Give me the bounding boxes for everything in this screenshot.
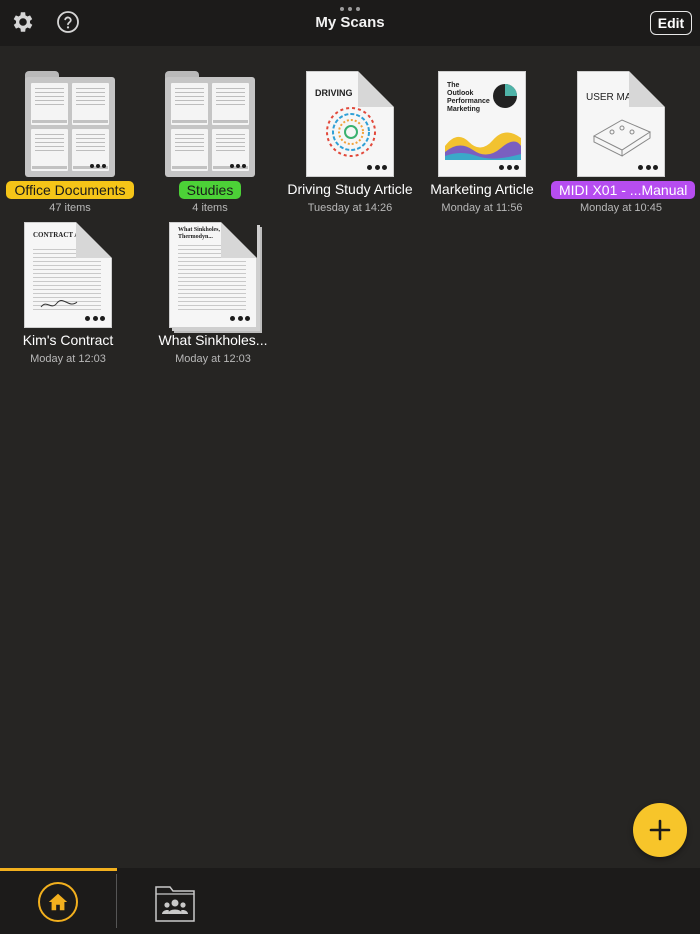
bottom-tab-bar [0, 868, 700, 934]
item-subtitle: Moday at 12:03 [175, 353, 251, 365]
home-icon [48, 893, 68, 911]
item-name: What Sinkholes... [158, 332, 268, 348]
document-thumbnail: CONTRACT AGREE [24, 222, 112, 328]
grid-item-kims-contract[interactable]: CONTRACT AGREE Kim's Contract Moday at 1… [0, 222, 138, 372]
item-subtitle: Moday at 12:03 [30, 353, 106, 365]
shared-folder-icon [155, 886, 195, 922]
grid-item-midi-manual[interactable]: USER MANUAL MIDI X01 - ...Manual Monday … [551, 71, 696, 221]
top-bar: My Scans Edit [0, 0, 700, 46]
add-scan-button[interactable] [633, 803, 687, 857]
tab-divider [116, 874, 117, 928]
item-name: Kim's Contract [22, 332, 114, 348]
item-name-tag: Studies [178, 181, 242, 199]
item-subtitle: Monday at 11:56 [441, 202, 523, 214]
document-thumbnail: DRIVING [306, 71, 394, 177]
tab-home[interactable] [0, 868, 117, 934]
edit-button[interactable]: Edit [650, 11, 692, 35]
item-name: Marketing Article [430, 181, 534, 197]
folder-thumbnail [25, 71, 115, 177]
item-subtitle: Monday at 10:45 [580, 202, 662, 214]
more-dots-icon[interactable] [340, 7, 360, 13]
grid-item-marketing-article[interactable]: The Outlook Performance Marketing Market… [412, 71, 552, 221]
grid-item-studies[interactable]: Studies 4 items [140, 71, 280, 221]
document-thumbnail: USER MANUAL [577, 71, 665, 177]
item-name-tag: Office Documents [6, 181, 134, 199]
page-title: My Scans [315, 14, 385, 31]
tab-shared[interactable] [154, 881, 196, 923]
item-name-tag: MIDI X01 - ...Manual [551, 181, 696, 199]
document-thumbnail: What Sinkholes, Thermodyn... [169, 222, 257, 328]
active-tab-indicator [0, 868, 117, 871]
document-thumbnail: The Outlook Performance Marketing [438, 71, 526, 177]
item-subtitle: 47 items [49, 202, 91, 214]
grid-item-office-documents[interactable]: Office Documents 47 items [0, 71, 140, 221]
item-subtitle: 4 items [192, 202, 228, 214]
item-name: Driving Study Article [287, 181, 413, 197]
grid-item-what-sinkholes[interactable]: What Sinkholes, Thermodyn... What Sinkho… [143, 222, 283, 372]
folder-thumbnail [165, 71, 255, 177]
item-subtitle: Tuesday at 14:26 [307, 202, 393, 214]
plus-icon [649, 819, 671, 841]
grid-item-driving-study-article[interactable]: DRIVING Driving Study Article Tuesday at… [280, 71, 420, 221]
